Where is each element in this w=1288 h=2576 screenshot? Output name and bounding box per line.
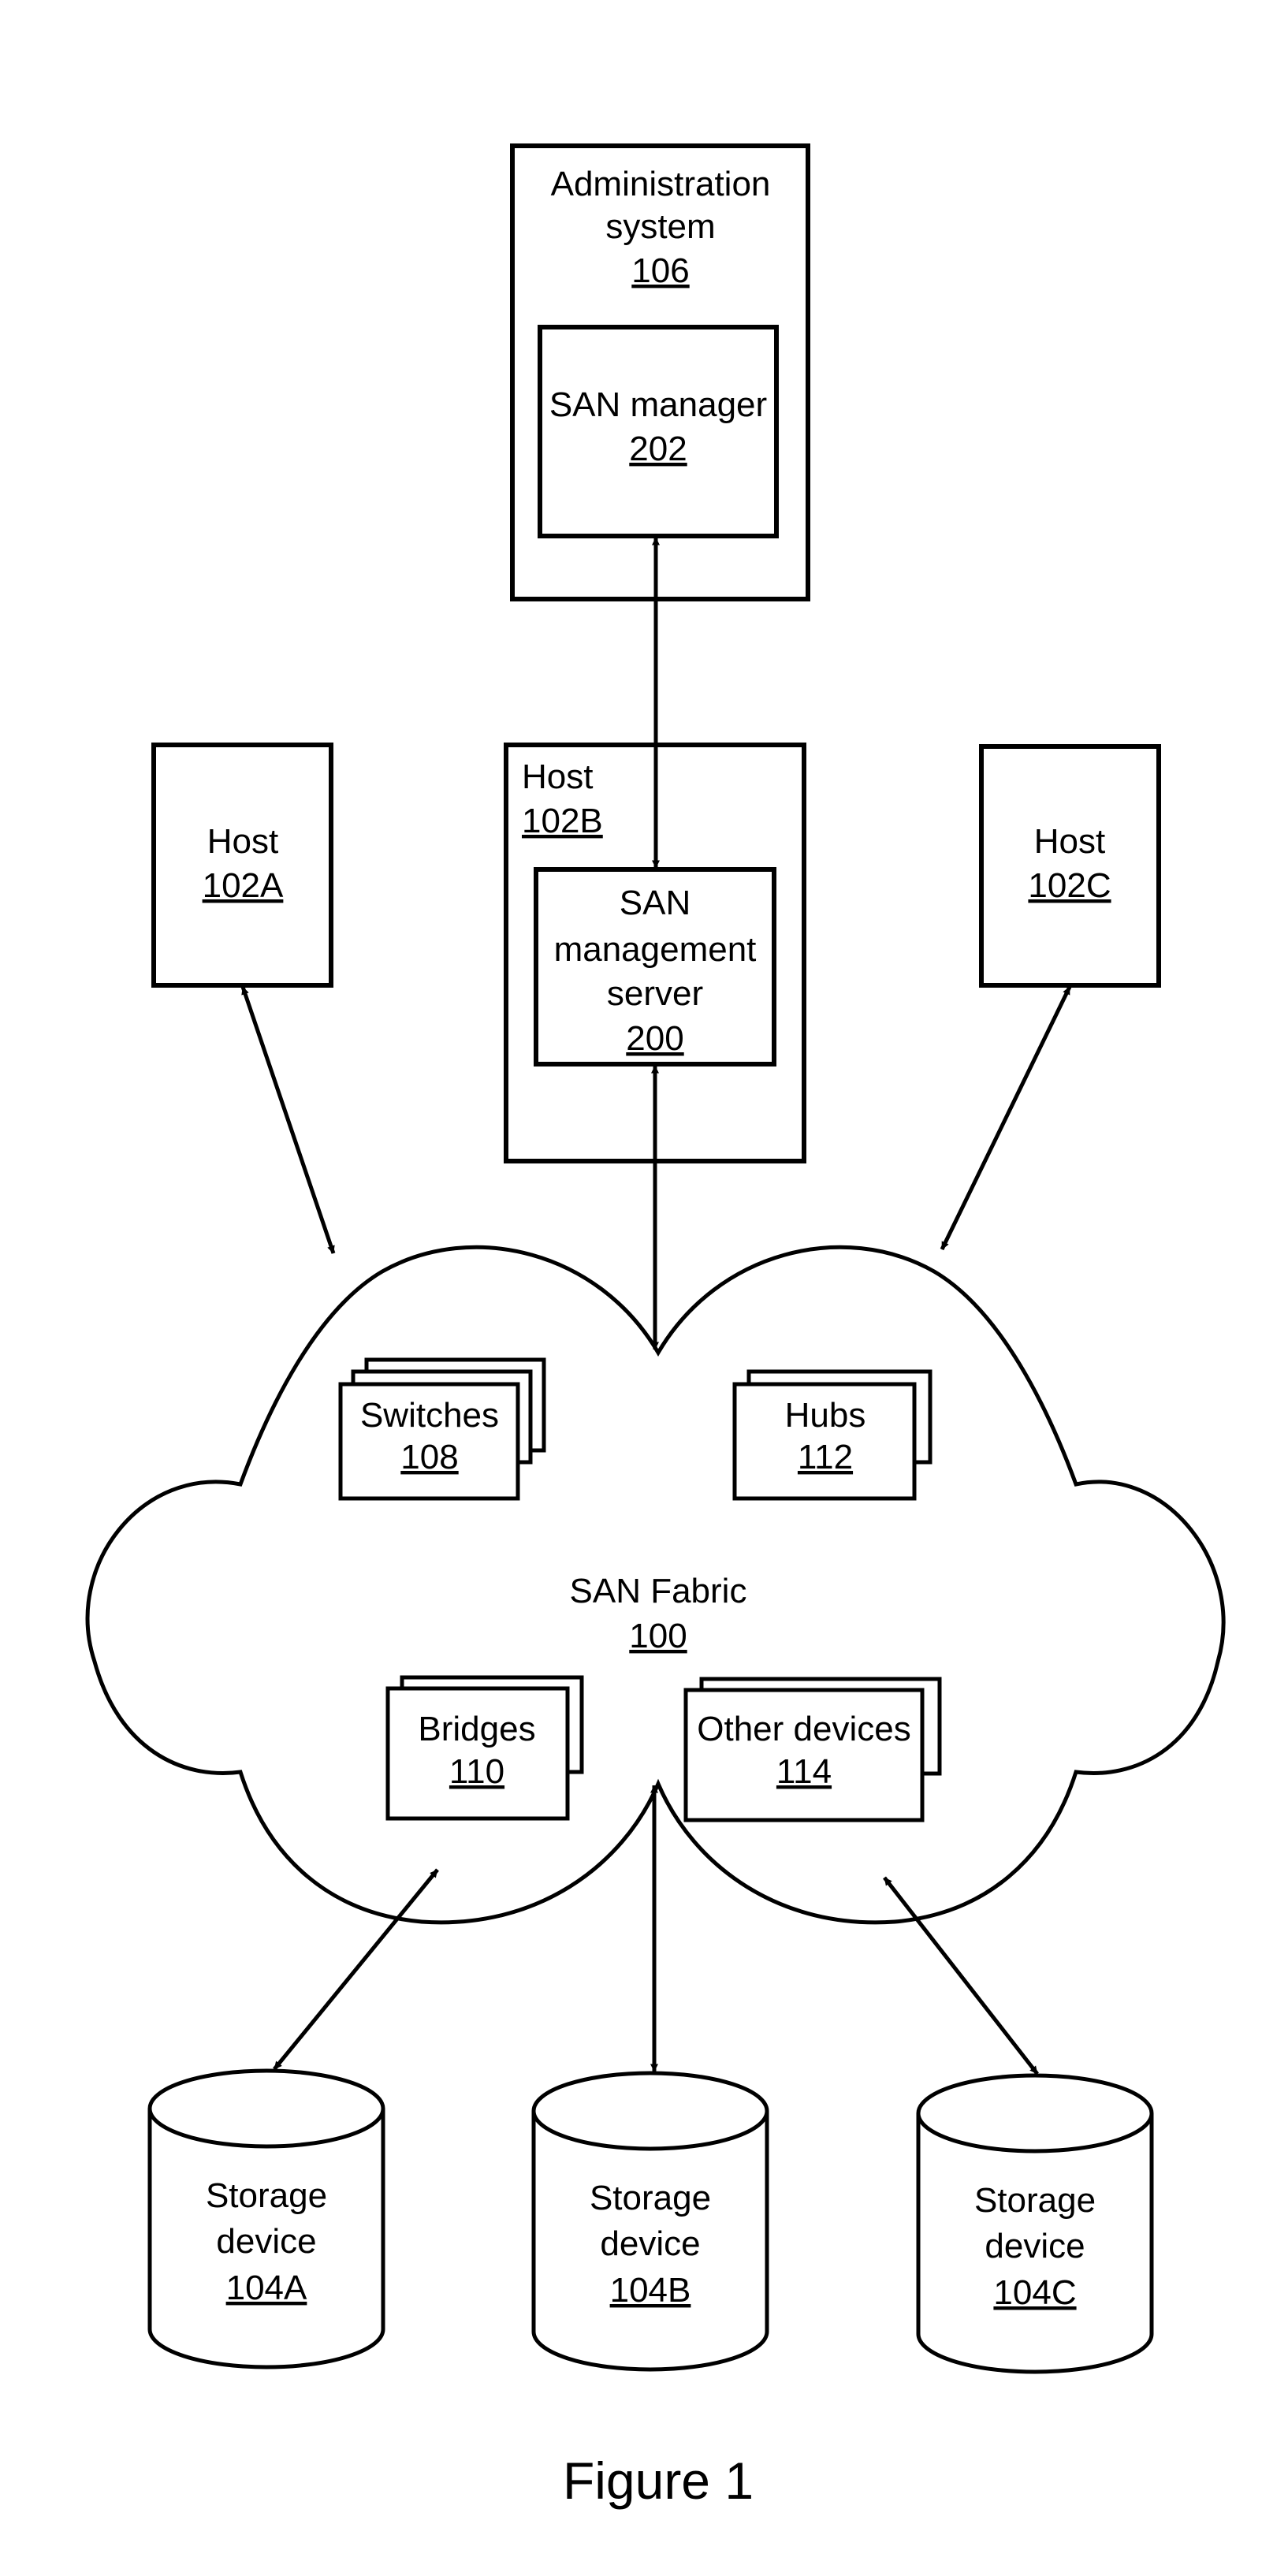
host-102c-box: Host 102C — [979, 744, 1161, 988]
arrow-host-102c-to-fabric — [940, 985, 1072, 1251]
switches-stack: Switches 108 — [338, 1357, 546, 1501]
san-mgmt-server-ref: 200 — [626, 1019, 683, 1058]
storage-device-104c: Storage device 104C — [916, 2073, 1154, 2374]
san-architecture-diagram: Administration system 106 SAN manager 20… — [85, 143, 1226, 2510]
storage-104b-label-line2: device — [600, 2224, 700, 2263]
bridges-ref: 110 — [449, 1752, 504, 1791]
san-fabric-label: SAN Fabric — [570, 1572, 747, 1610]
host-102a-label: Host — [207, 822, 278, 861]
storage-device-104a: Storage device 104A — [147, 2068, 385, 2369]
host-102b-ref: 102B — [522, 802, 603, 840]
storage-104b-label-line1: Storage — [590, 2179, 711, 2217]
san-management-server-box: SAN management server 200 — [534, 867, 776, 1067]
storage-104a-label-line2: device — [216, 2222, 316, 2261]
storage-104a-label-line1: Storage — [206, 2176, 327, 2215]
switches-label: Switches — [360, 1396, 499, 1435]
storage-104c-label-line1: Storage — [974, 2181, 1096, 2220]
other-devices-label: Other devices — [697, 1710, 910, 1748]
san-manager-ref: 202 — [629, 430, 687, 468]
storage-104c-ref: 104C — [993, 2273, 1076, 2312]
hubs-ref: 112 — [798, 1438, 853, 1476]
admin-system-label-line1: Administration — [551, 165, 771, 203]
storage-104c-label-line2: device — [985, 2227, 1085, 2265]
arrow-host-102a-to-fabric — [240, 986, 336, 1254]
hubs-label: Hubs — [785, 1396, 866, 1435]
san-fabric-ref: 100 — [629, 1617, 687, 1655]
other-devices-stack: Other devices 114 — [683, 1677, 942, 1822]
host-102c-ref: 102C — [1028, 866, 1111, 905]
storage-104b-ref: 104B — [610, 2271, 691, 2310]
san-mgmt-server-label-line1: SAN — [620, 884, 691, 922]
admin-system-label-line2: system — [605, 207, 715, 246]
storage-device-104b: Storage device 104B — [531, 2071, 769, 2372]
host-102b-label: Host — [522, 758, 593, 796]
storage-104a-ref: 104A — [226, 2269, 307, 2307]
bridges-stack: Bridges 110 — [385, 1675, 584, 1821]
bridges-label: Bridges — [418, 1710, 535, 1748]
san-mgmt-server-label-line2: management — [554, 930, 757, 969]
admin-system-ref: 106 — [631, 251, 689, 290]
figure-caption: Figure 1 — [563, 2451, 754, 2510]
host-102c-label: Host — [1034, 822, 1105, 861]
san-mgmt-server-label-line3: server — [607, 974, 703, 1013]
san-manager-box: SAN manager 202 — [538, 325, 779, 538]
switches-ref: 108 — [400, 1438, 458, 1476]
hubs-stack: Hubs 112 — [732, 1369, 932, 1501]
other-devices-ref: 114 — [776, 1752, 832, 1791]
san-manager-label: SAN manager — [549, 385, 767, 424]
host-102a-ref: 102A — [203, 866, 284, 905]
host-102a-box: Host 102A — [151, 743, 333, 988]
